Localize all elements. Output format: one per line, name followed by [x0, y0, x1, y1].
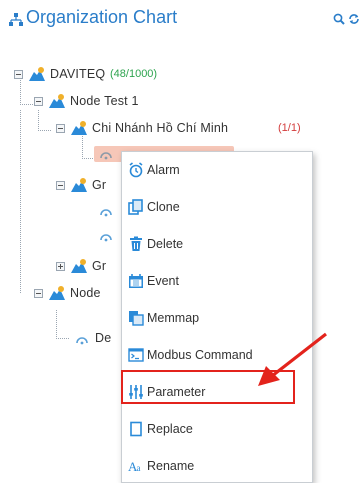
- tree-node-label: Gr: [92, 259, 107, 273]
- memmap-icon: [129, 311, 144, 326]
- tree-node-label: Chi Nhánh Hồ Chí Minh: [92, 121, 229, 135]
- svg-text:a: a: [137, 463, 141, 473]
- menu-item-label: Memmap: [147, 311, 200, 325]
- expand-toggle[interactable]: [56, 262, 65, 271]
- tree-connector: [56, 310, 69, 339]
- device-icon: [100, 234, 112, 242]
- menu-item-delete[interactable]: Delete: [122, 229, 312, 259]
- calendar-icon: [129, 274, 143, 288]
- menu-item-rename[interactable]: A a Rename: [122, 451, 312, 481]
- collapse-toggle[interactable]: [56, 124, 65, 133]
- clone-icon: [128, 199, 143, 215]
- folder-person-icon: [71, 121, 87, 135]
- menu-item-memmap[interactable]: Memmap: [122, 303, 312, 333]
- tree-node-label: De: [95, 331, 112, 345]
- node-count-badge: (48/1000): [110, 68, 158, 80]
- context-menu: Alarm Clone Delete Event Memmap Modbus C…: [121, 151, 313, 483]
- tree-connector: [38, 110, 51, 131]
- menu-item-replace[interactable]: Replace: [122, 414, 312, 444]
- collapse-toggle[interactable]: [34, 289, 43, 298]
- annotation-arrow-icon: [258, 332, 327, 386]
- tree-node-label: Node: [70, 286, 101, 300]
- folder-person-icon: [71, 178, 87, 192]
- menu-item-clone[interactable]: Clone: [122, 192, 312, 222]
- folder-person-icon: [49, 94, 65, 108]
- menu-item-label: Clone: [147, 200, 180, 214]
- terminal-icon: [128, 348, 144, 362]
- folder-person-icon: [49, 286, 65, 300]
- rename-icon: A a: [128, 459, 141, 474]
- collapse-toggle[interactable]: [34, 97, 43, 106]
- folder-person-icon: [71, 259, 87, 273]
- tree-connector: [20, 110, 33, 293]
- alarm-clock-icon: [129, 162, 143, 178]
- menu-item-alarm[interactable]: Alarm: [122, 155, 312, 185]
- menu-item-label: Rename: [147, 459, 195, 473]
- trash-icon: [130, 236, 142, 251]
- device-icon: [100, 152, 112, 160]
- tree-node-label: DAVITEQ: [50, 67, 106, 81]
- menu-item-label: Event: [147, 274, 179, 288]
- menu-item-event[interactable]: Event: [122, 266, 312, 296]
- menu-item-label: Delete: [147, 237, 184, 251]
- collapse-toggle[interactable]: [14, 70, 23, 79]
- folder-person-icon: [29, 67, 45, 81]
- menu-item-label: Modbus Command: [147, 348, 253, 362]
- collapse-toggle[interactable]: [56, 181, 65, 190]
- tree-node-label: Gr: [92, 178, 107, 192]
- menu-item-label: Replace: [147, 422, 193, 436]
- device-icon: [76, 337, 88, 345]
- device-icon: [100, 209, 112, 217]
- menu-item-label: Alarm: [147, 163, 180, 177]
- replace-icon: [130, 421, 142, 437]
- tree-connector: [20, 80, 33, 105]
- node-count-badge: (1/1): [278, 122, 301, 134]
- tree-node-label: Node Test 1: [70, 94, 139, 108]
